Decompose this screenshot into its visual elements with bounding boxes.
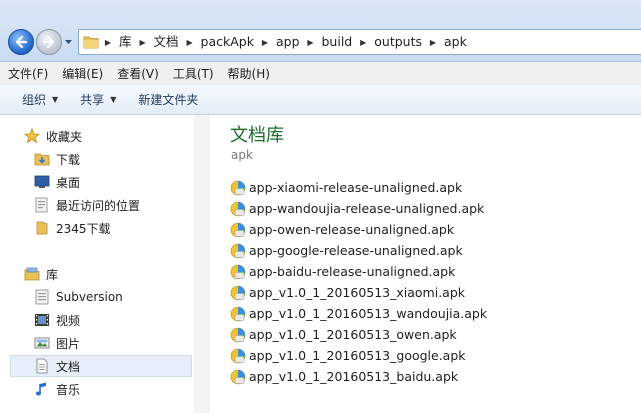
apk-file-icon xyxy=(230,306,246,322)
apk-file-icon xyxy=(230,327,246,343)
music-note-icon xyxy=(34,381,50,397)
file-item[interactable]: app-wandoujia-release-unaligned.apk xyxy=(230,198,484,219)
breadcrumb-item[interactable]: build xyxy=(318,30,357,54)
recent-places-icon xyxy=(34,197,50,213)
file-name: app-google-release-unaligned.apk xyxy=(249,243,463,258)
library-subtitle: apk xyxy=(231,148,253,162)
command-bar: 组织 ▼ 共享 ▼ 新建文件夹 xyxy=(0,85,641,115)
file-name: app-baidu-release-unaligned.apk xyxy=(249,264,456,279)
forward-button[interactable] xyxy=(36,29,62,55)
arrow-right-icon xyxy=(42,35,55,49)
address-bar[interactable]: ▶ 库 ▶ 文档 ▶ packApk ▶ app ▶ build ▶ outputs ▶ apk xyxy=(78,29,641,55)
downloads-folder-icon xyxy=(34,151,50,167)
apk-file-icon xyxy=(230,348,246,364)
nav-favorites-label: 收藏夹 xyxy=(46,129,83,144)
file-list-pane: 文档库 apk app-xiaomi-release-unaligned.apk… xyxy=(211,115,641,413)
star-icon xyxy=(23,127,41,144)
navigation-pane: 收藏夹 下载 桌面 最近访问的位置 2345下载 库 Subversion 视频… xyxy=(0,115,210,413)
arrow-left-icon xyxy=(15,35,28,49)
file-item[interactable]: app_v1.0_1_20160513_baidu.apk xyxy=(230,366,458,387)
menu-item[interactable]: 编辑(E) xyxy=(62,65,103,82)
file-name: app-owen-release-unaligned.apk xyxy=(249,222,455,237)
sidebar-item-documents[interactable]: 文档 xyxy=(10,355,192,377)
file-item[interactable]: app-owen-release-unaligned.apk xyxy=(230,219,454,240)
share-label: 共享 xyxy=(80,93,105,107)
folder-icon xyxy=(34,220,50,236)
sidebar-item-label: 桌面 xyxy=(56,175,81,190)
file-item[interactable]: app_v1.0_1_20160513_xiaomi.apk xyxy=(230,282,465,303)
file-item[interactable]: app_v1.0_1_20160513_google.apk xyxy=(230,345,466,366)
file-item[interactable]: app-google-release-unaligned.apk xyxy=(230,240,463,261)
menu-item[interactable]: 查看(V) xyxy=(117,65,159,82)
sidebar-item-label: 下载 xyxy=(56,152,81,167)
file-item[interactable]: app-baidu-release-unaligned.apk xyxy=(230,261,455,282)
chevron-down-icon: ▼ xyxy=(52,95,59,104)
menu-item[interactable]: 工具(T) xyxy=(173,65,214,82)
nav-libraries-label: 库 xyxy=(46,267,59,282)
address-area: ▶ 库 ▶ 文档 ▶ packApk ▶ app ▶ build ▶ outputs ▶ apk xyxy=(0,0,641,62)
chevron-right-icon[interactable]: ▶ xyxy=(183,30,197,54)
folder-icon xyxy=(83,36,99,49)
organize-label: 组织 xyxy=(22,93,47,107)
back-button[interactable] xyxy=(8,29,34,55)
sidebar-item-label: 音乐 xyxy=(56,382,81,397)
new-folder-button[interactable]: 新建文件夹 xyxy=(138,91,198,108)
file-item[interactable]: app_v1.0_1_20160513_owen.apk xyxy=(230,324,457,345)
subversion-library-icon xyxy=(34,289,50,305)
breadcrumb-item[interactable]: apk xyxy=(440,30,471,54)
menu-item[interactable]: 文件(F) xyxy=(8,65,48,82)
file-name: app_v1.0_1_20160513_google.apk xyxy=(249,348,466,363)
nav-favorites-header[interactable]: 收藏夹 xyxy=(23,125,218,147)
navigation-scrollbar[interactable] xyxy=(194,115,210,413)
file-item[interactable]: app-xiaomi-release-unaligned.apk xyxy=(230,177,462,198)
file-name: app_v1.0_1_20160513_baidu.apk xyxy=(249,369,459,384)
picture-icon xyxy=(34,335,50,351)
video-icon xyxy=(34,312,50,328)
organize-button[interactable]: 组织 ▼ xyxy=(22,91,58,108)
breadcrumb-item[interactable]: app xyxy=(272,30,304,54)
chevron-down-icon: ▼ xyxy=(110,95,117,104)
library-title: 文档库 xyxy=(230,125,284,146)
sidebar-item-label: Subversion xyxy=(56,290,123,304)
sidebar-item-label: 文档 xyxy=(56,359,81,374)
sidebar-item-label: 图片 xyxy=(56,336,81,351)
breadcrumb-item[interactable]: packApk xyxy=(197,30,258,54)
library-icon xyxy=(24,266,40,282)
menu-item[interactable]: 帮助(H) xyxy=(228,65,270,82)
sidebar-item-label: 最近访问的位置 xyxy=(56,198,141,213)
document-icon xyxy=(34,358,50,374)
chevron-right-icon[interactable]: ▶ xyxy=(304,30,318,54)
nav-libraries-header[interactable]: 库 xyxy=(24,263,218,285)
file-item[interactable]: app_v1.0_1_20160513_wandoujia.apk xyxy=(230,303,487,324)
new-folder-label: 新建文件夹 xyxy=(138,93,199,107)
apk-file-icon xyxy=(230,180,246,196)
sidebar-item-label: 视频 xyxy=(56,313,81,328)
apk-file-icon xyxy=(230,264,246,280)
breadcrumb-item[interactable]: outputs xyxy=(370,30,426,54)
apk-file-icon xyxy=(230,285,246,301)
recent-pages-dropdown-icon[interactable] xyxy=(64,38,73,46)
menu-bar: 文件(F) 编辑(E) 查看(V) 工具(T) 帮助(H) xyxy=(0,62,641,85)
breadcrumb-item[interactable]: 库 xyxy=(115,30,136,54)
desktop-icon xyxy=(34,174,50,190)
file-name: app_v1.0_1_20160513_wandoujia.apk xyxy=(249,306,488,321)
breadcrumb-item[interactable]: 文档 xyxy=(150,30,183,54)
apk-file-icon xyxy=(230,201,246,217)
chevron-right-icon[interactable]: ▶ xyxy=(426,30,440,54)
apk-file-icon xyxy=(230,369,246,385)
share-button[interactable]: 共享 ▼ xyxy=(80,91,116,108)
file-name: app-wandoujia-release-unaligned.apk xyxy=(249,201,485,216)
chevron-right-icon[interactable]: ▶ xyxy=(258,30,272,54)
breadcrumb: ▶ 库 ▶ 文档 ▶ packApk ▶ app ▶ build ▶ outputs ▶ apk xyxy=(101,30,471,54)
chevron-right-icon[interactable]: ▶ xyxy=(356,30,370,54)
chevron-right-icon[interactable]: ▶ xyxy=(136,30,150,54)
apk-file-icon xyxy=(230,222,246,238)
apk-file-icon xyxy=(230,243,246,259)
file-name: app_v1.0_1_20160513_owen.apk xyxy=(249,327,457,342)
file-name: app_v1.0_1_20160513_xiaomi.apk xyxy=(249,285,466,300)
sidebar-item-label: 2345下载 xyxy=(56,221,111,236)
chevron-right-icon[interactable]: ▶ xyxy=(101,30,115,54)
file-name: app-xiaomi-release-unaligned.apk xyxy=(249,180,463,195)
